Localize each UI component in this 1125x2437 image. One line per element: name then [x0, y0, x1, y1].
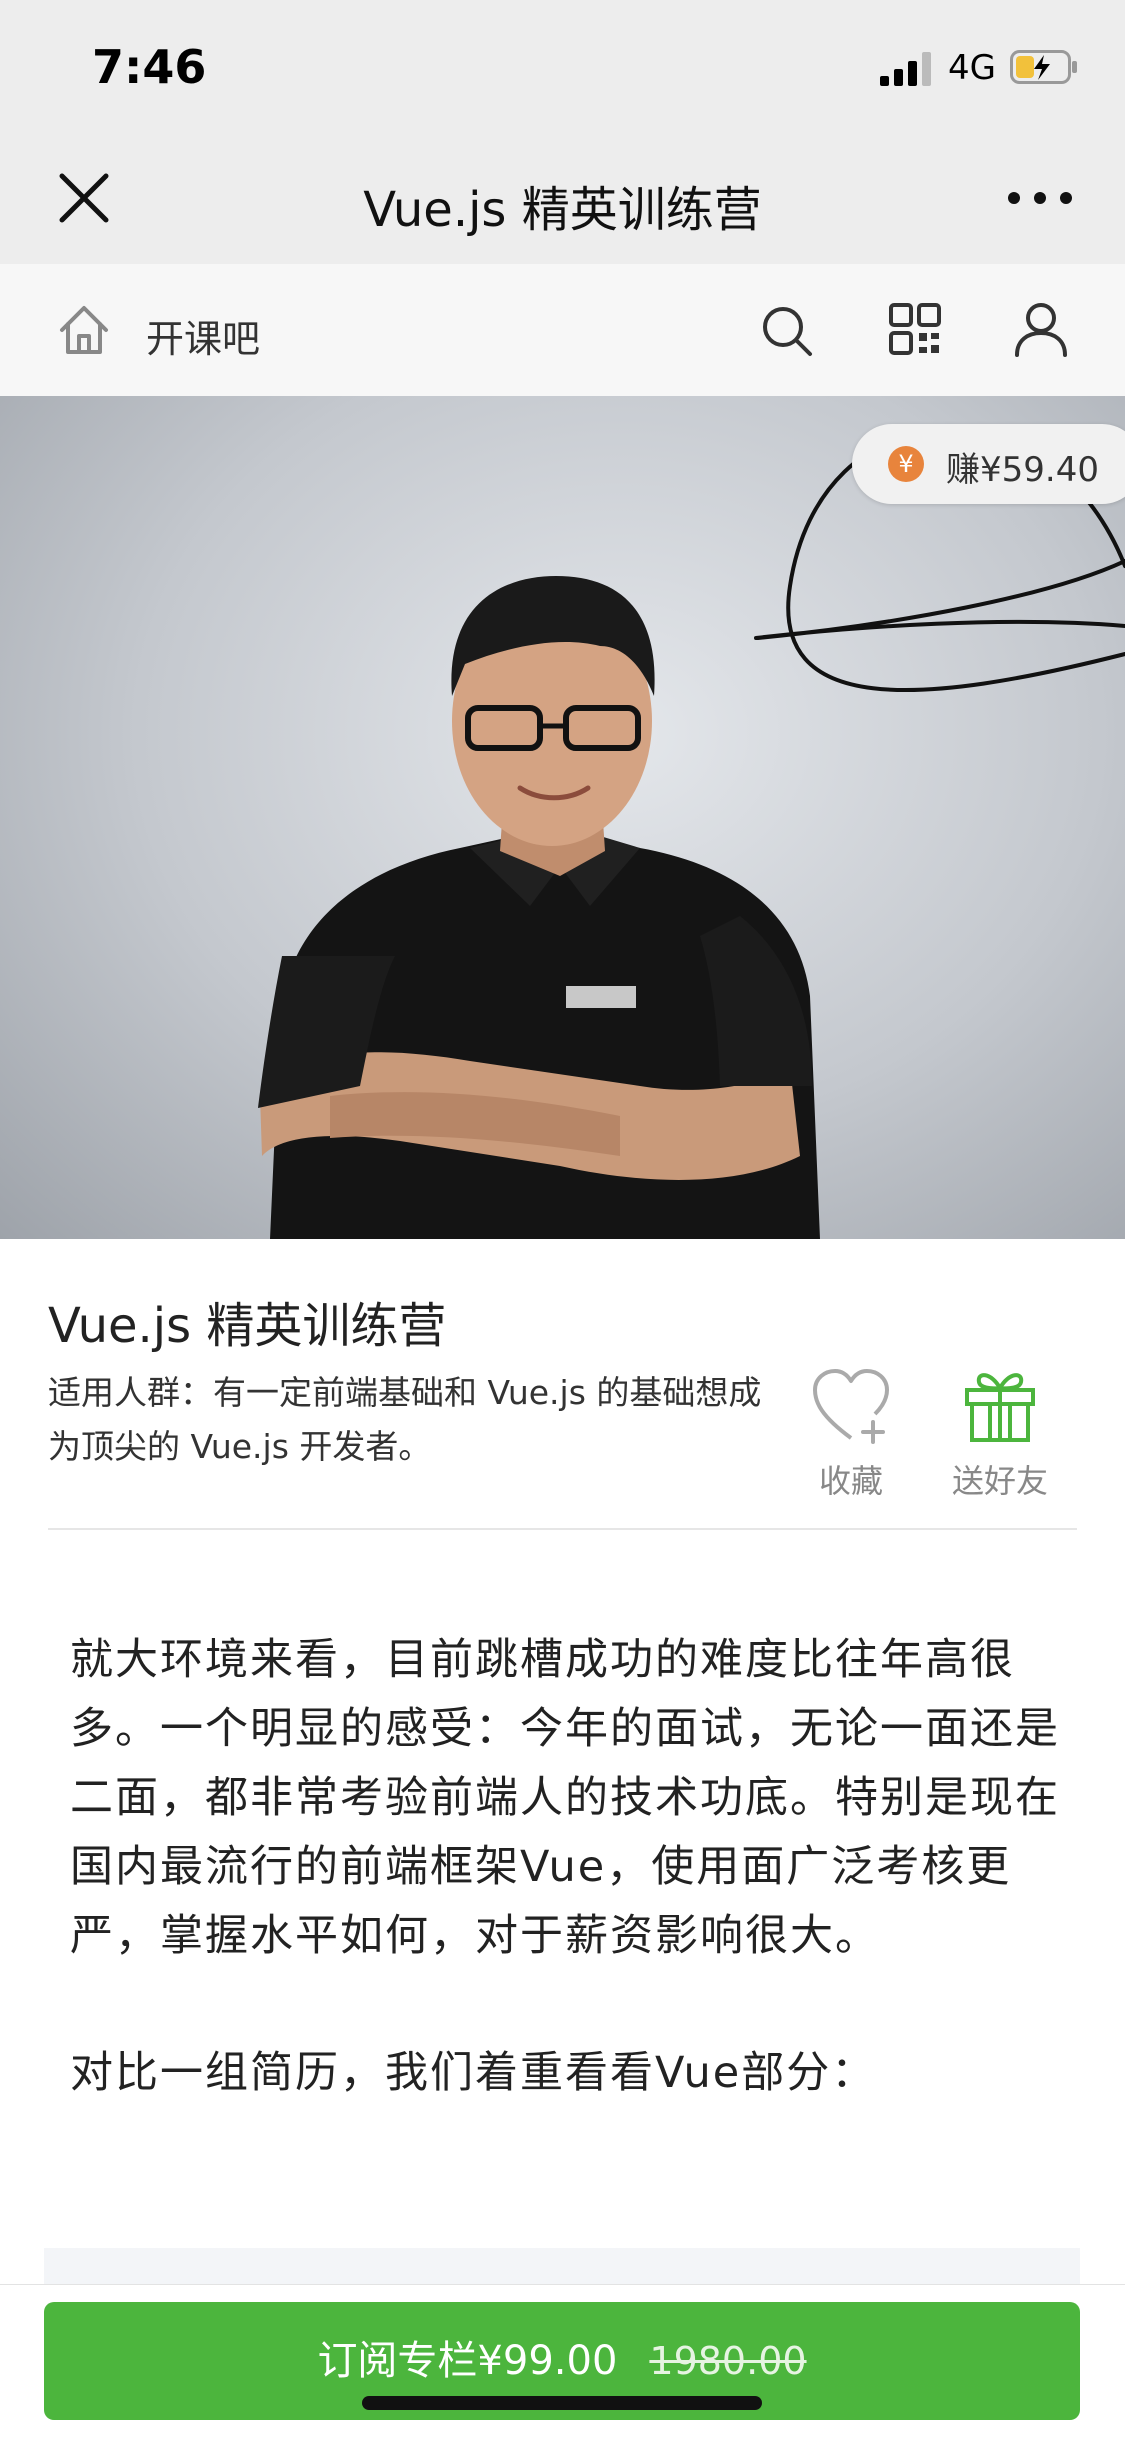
- article-paragraph: 对比一组简历，我们着重看看Vue部分：: [70, 2048, 877, 2098]
- instructor-photo: [258, 576, 820, 1239]
- site-name[interactable]: 开课吧: [146, 308, 260, 363]
- course-hero-image: [0, 396, 1125, 1239]
- heart-add-icon: [813, 1369, 889, 1444]
- network-type: 4G: [948, 48, 996, 88]
- yen-coin-icon: ¥: [888, 446, 924, 482]
- course-title: Vue.js 精英训练营: [48, 1298, 447, 1354]
- earn-amount: 赚¥59.40: [946, 450, 1099, 490]
- signal-strength-icon: [880, 52, 931, 86]
- favorite-label: 收藏: [818, 1462, 883, 1500]
- status-time: 7:46: [92, 40, 207, 94]
- home-indicator[interactable]: [362, 2396, 762, 2410]
- article-body: 就大环境来看，目前跳槽成功的难度比往年高很多。一个明显的感受：今年的面试，无论一…: [70, 1626, 1060, 2108]
- site-header: 开课吧: [0, 264, 1125, 397]
- nav-title: Vue.js 精英训练营: [363, 182, 762, 238]
- battery-charging-icon: [1010, 50, 1077, 84]
- favorite-button[interactable]: 收藏: [796, 1364, 906, 1504]
- more-options-icon[interactable]: [1006, 180, 1074, 216]
- course-audience: 适用人群：有一定前端基础和 Vue.js 的基础想成为顶尖的 Vue.js 开发…: [48, 1373, 762, 1466]
- search-icon[interactable]: [760, 304, 814, 358]
- status-bar: 7:46 4G: [0, 0, 1125, 132]
- user-profile-icon[interactable]: [1012, 300, 1070, 358]
- earn-commission-badge[interactable]: ¥ 赚¥59.40: [852, 424, 1125, 504]
- gift-to-friend-button[interactable]: 送好友: [940, 1364, 1060, 1504]
- article-paragraph: 就大环境来看，目前跳槽成功的难度比往年高很多。一个明显的感受：今年的面试，无论一…: [70, 1635, 1060, 1961]
- subscribe-price: 订阅专栏¥99.00: [317, 2338, 618, 2384]
- gift-icon: [965, 1373, 1035, 1442]
- nav-bar: Vue.js 精英训练营: [0, 132, 1125, 264]
- qr-code-icon[interactable]: [888, 302, 942, 356]
- original-price: 1980.00: [649, 2339, 807, 2383]
- home-icon[interactable]: [56, 302, 112, 358]
- gift-label: 送好友: [951, 1462, 1048, 1500]
- section-divider: [48, 1528, 1077, 1530]
